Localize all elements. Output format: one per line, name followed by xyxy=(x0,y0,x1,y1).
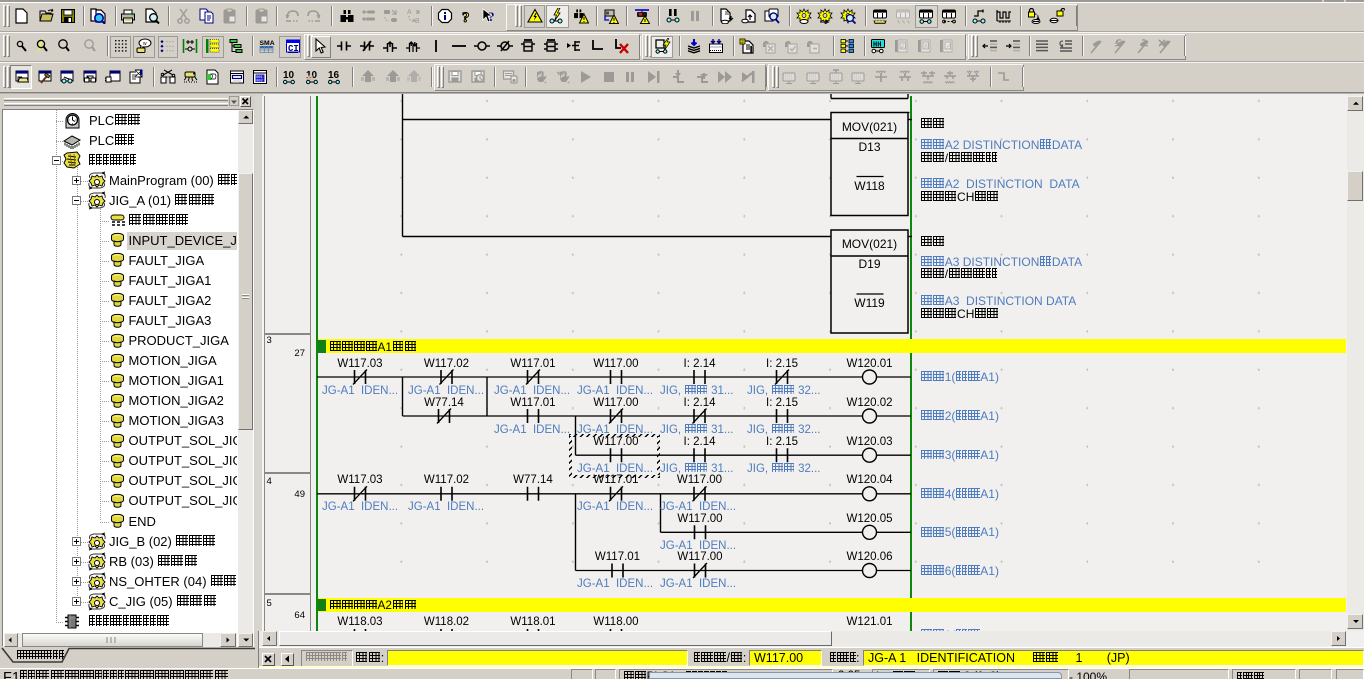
svg-text:HH: HH xyxy=(873,42,881,50)
svg-text:10: 10 xyxy=(283,70,295,81)
svg-text:Z: Z xyxy=(901,44,905,50)
svg-text:SMA: SMA xyxy=(260,40,275,47)
svg-text:A: A xyxy=(407,9,412,16)
svg-text:B: B xyxy=(415,18,420,24)
svg-text:?: ? xyxy=(462,10,470,24)
svg-text:✓: ✓ xyxy=(946,44,951,50)
svg-text:16: 16 xyxy=(328,70,340,81)
svg-text:X: X xyxy=(924,44,928,50)
svg-text:002: 002 xyxy=(256,80,262,84)
svg-text:w: w xyxy=(143,41,147,47)
